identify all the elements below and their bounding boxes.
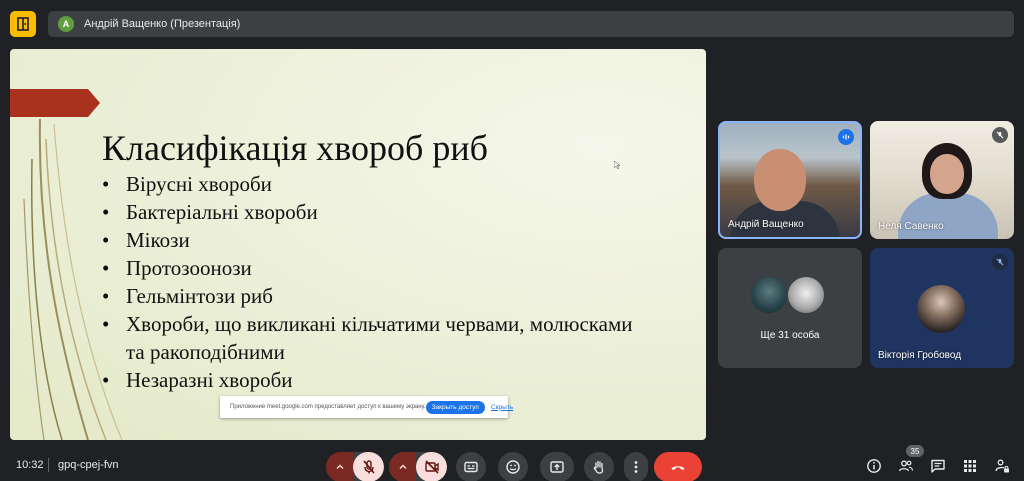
more-participants-tile[interactable]: Ще 31 особа — [718, 248, 862, 368]
slide-bullet-list: Вірусні хвороби Бактеріальні хвороби Мік… — [102, 170, 642, 394]
mic-off-icon — [992, 254, 1008, 270]
more-participants-avatars — [749, 275, 826, 315]
captions-icon — [464, 461, 478, 473]
speaking-indicator-icon — [838, 129, 854, 145]
info-icon — [867, 459, 881, 473]
chat-icon — [931, 459, 945, 473]
activities-button[interactable] — [961, 457, 979, 475]
more-options-button[interactable] — [624, 452, 648, 481]
leave-call-button[interactable] — [654, 452, 702, 481]
participant-video — [898, 193, 998, 239]
mic-off-icon — [362, 460, 375, 474]
presentation-title: Андрій Ващенко (Презентація) — [84, 18, 241, 30]
meet-window: A Андрій Ващенко (Презентація) Класифіка… — [0, 0, 1024, 481]
meeting-details-button[interactable] — [865, 457, 883, 475]
more-participants-label: Ще 31 особа — [760, 330, 820, 341]
slide-bullet: Хвороби, що викликані кільчатими червами… — [102, 310, 642, 366]
share-notification-text: Приложение meet.google.com предоставляет… — [230, 404, 426, 410]
slide-bullet: Протозоонози — [102, 254, 642, 282]
lock-person-icon — [995, 459, 1009, 473]
participant-name: Неля Савенко — [878, 221, 944, 232]
avatar — [917, 285, 965, 333]
chat-button[interactable] — [929, 457, 947, 475]
reactions-button[interactable] — [498, 452, 528, 481]
people-icon — [898, 460, 914, 472]
slide-bullet: Вірусні хвороби — [102, 170, 642, 198]
slide-bullet: Бактеріальні хвороби — [102, 198, 642, 226]
call-end-icon — [671, 466, 685, 470]
screen-share-notification: Приложение meet.google.com предоставляет… — [220, 396, 513, 418]
slide-title: Класифікація хвороб риб — [102, 128, 488, 168]
participant-tile[interactable]: Андрій Ващенко — [718, 121, 862, 239]
divider — [48, 458, 49, 472]
emoji-icon — [506, 460, 520, 474]
meeting-code: gpq-cpej-fvn — [58, 459, 119, 471]
hide-notification-link[interactable]: Скрыть — [491, 404, 513, 411]
video-options-button[interactable] — [389, 452, 417, 481]
audio-options-button[interactable] — [326, 452, 354, 481]
people-count-badge: 35 — [906, 445, 924, 457]
avatar — [786, 275, 826, 315]
present-icon — [550, 461, 564, 473]
apps-icon — [964, 460, 976, 472]
slide-title-marker — [10, 89, 100, 117]
slide-bullet: Незаразні хвороби — [102, 366, 642, 394]
slide-bullet: Гельмінтози риб — [102, 282, 642, 310]
meet-logo-icon[interactable] — [10, 11, 36, 37]
camera-control — [389, 452, 447, 481]
presentation-bar: A Андрій Ващенко (Презентація) — [48, 11, 1014, 37]
host-controls-button[interactable] — [993, 457, 1011, 475]
captions-button[interactable] — [456, 452, 486, 481]
camera-off-button[interactable] — [416, 452, 447, 481]
presenter-avatar: A — [58, 16, 74, 32]
more-vert-icon — [634, 461, 638, 473]
participant-name: Андрій Ващенко — [728, 219, 804, 230]
present-now-button[interactable] — [540, 452, 574, 481]
stop-sharing-button[interactable]: Закрыть доступ — [425, 400, 485, 414]
mic-off-icon — [992, 127, 1008, 143]
raise-hand-button[interactable] — [584, 452, 614, 481]
clock-time: 10:32 — [16, 459, 44, 471]
participant-tile[interactable]: Вікторія Гробовод — [870, 248, 1014, 368]
mouse-cursor-icon — [614, 161, 620, 169]
participant-name: Вікторія Гробовод — [878, 350, 962, 361]
camera-off-icon — [424, 460, 439, 474]
people-button[interactable] — [897, 457, 915, 475]
participant-video-face — [754, 149, 806, 211]
participant-tile[interactable]: Неля Савенко — [870, 121, 1014, 239]
participant-video-face — [930, 154, 964, 194]
mic-off-button[interactable] — [353, 452, 384, 481]
avatar — [749, 275, 789, 315]
slide-bullet: Мікози — [102, 226, 642, 254]
presented-slide: Класифікація хвороб риб Вірусні хвороби … — [10, 49, 706, 440]
mic-control — [326, 452, 384, 481]
raise-hand-icon — [593, 460, 604, 474]
